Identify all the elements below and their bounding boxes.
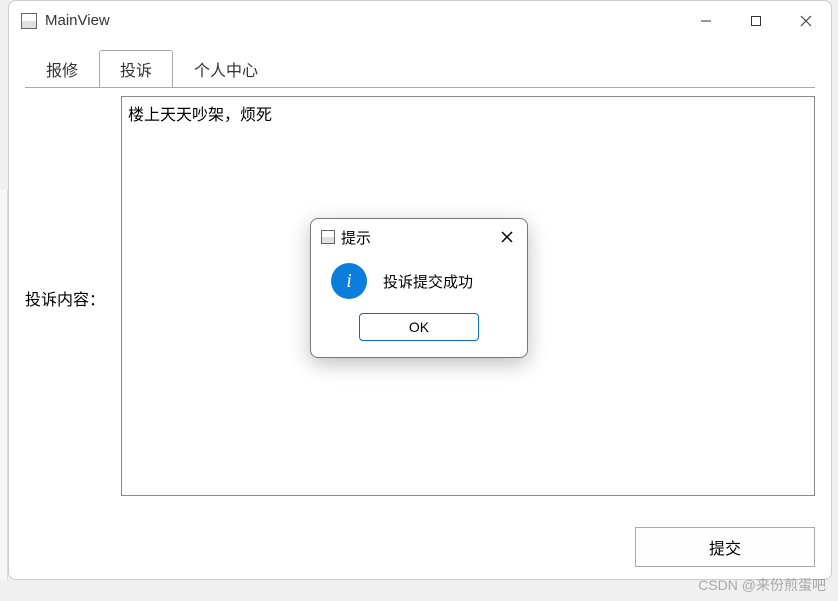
dialog-body: i 投诉提交成功 — [311, 253, 527, 313]
close-icon — [800, 15, 812, 27]
tab-repair[interactable]: 报修 — [25, 50, 99, 88]
tab-bar: 报修 投诉 个人中心 — [9, 41, 831, 87]
submit-row: 提交 — [25, 519, 815, 567]
dialog-message: 投诉提交成功 — [383, 271, 473, 292]
close-button[interactable] — [781, 1, 831, 40]
minimize-icon — [700, 15, 712, 27]
tab-profile[interactable]: 个人中心 — [173, 50, 279, 88]
minimize-button[interactable] — [681, 1, 731, 40]
maximize-button[interactable] — [731, 1, 781, 40]
complaint-label: 投诉内容： — [25, 96, 121, 310]
dialog-app-icon — [321, 230, 335, 244]
watermark: CSDN @来份煎蛋吧 — [698, 575, 826, 595]
titlebar: MainView — [9, 1, 831, 41]
window-title: MainView — [45, 12, 681, 29]
dialog-close-button[interactable] — [495, 225, 519, 249]
dialog-title: 提示 — [341, 227, 495, 248]
info-icon: i — [331, 263, 367, 299]
tab-complaint[interactable]: 投诉 — [99, 50, 173, 88]
app-icon — [21, 13, 37, 29]
background-panel-edge — [0, 190, 8, 580]
ok-button[interactable]: OK — [359, 313, 479, 341]
maximize-icon — [750, 15, 762, 27]
dialog-actions: OK — [311, 313, 527, 357]
close-icon — [500, 230, 514, 244]
dialog-titlebar: 提示 — [311, 219, 527, 253]
info-dialog: 提示 i 投诉提交成功 OK — [310, 218, 528, 358]
window-controls — [681, 1, 831, 40]
submit-button[interactable]: 提交 — [635, 527, 815, 567]
